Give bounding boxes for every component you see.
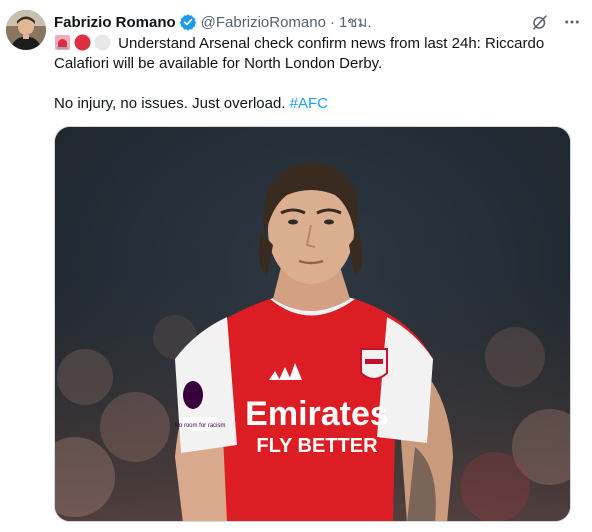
white-circle-emoji	[94, 34, 111, 51]
rotating-light-emoji	[54, 34, 71, 51]
author-avatar[interactable]	[6, 10, 46, 50]
sponsor-text-fly-better: FLY BETTER	[256, 435, 378, 457]
hashtag-link[interactable]: #AFC	[290, 95, 328, 112]
author-display-name[interactable]: Fabrizio Romano	[54, 14, 176, 31]
more-icon[interactable]	[562, 12, 582, 32]
tweet-header: Fabrizio Romano @FabrizioRomano · 1ชม.	[54, 12, 582, 32]
tweet-text-line-1: Understand Arsenal check confirm news fr…	[54, 34, 582, 54]
sleeve-badge-text: No room for racism	[174, 423, 225, 429]
tweet-text-line-3: No injury, no issues. Just overload. #AF…	[54, 94, 582, 114]
tweet-text-line-2: Calafiori will be available for North Lo…	[54, 55, 383, 72]
tweet-timestamp[interactable]: 1ชม.	[339, 10, 372, 34]
author-handle[interactable]: @FabrizioRomano	[201, 14, 326, 31]
tweet-text-line-3-content: No injury, no issues. Just overload.	[54, 95, 286, 112]
tweet-media-photo[interactable]: Emirates FLY BETTER No room for racism	[54, 126, 571, 522]
separator-dot: ·	[329, 13, 335, 31]
tweet-text: Understand Arsenal check confirm news fr…	[54, 34, 582, 114]
grok-icon[interactable]	[530, 12, 550, 32]
player-photo: Emirates FLY BETTER No room for racism	[55, 127, 570, 521]
red-circle-emoji	[74, 34, 91, 51]
avatar-image	[6, 10, 46, 50]
sponsor-text-emirates: Emirates	[245, 395, 389, 433]
tweet-text-line-1-content: Understand Arsenal check confirm news fr…	[118, 35, 545, 52]
verified-badge-icon	[179, 13, 197, 31]
